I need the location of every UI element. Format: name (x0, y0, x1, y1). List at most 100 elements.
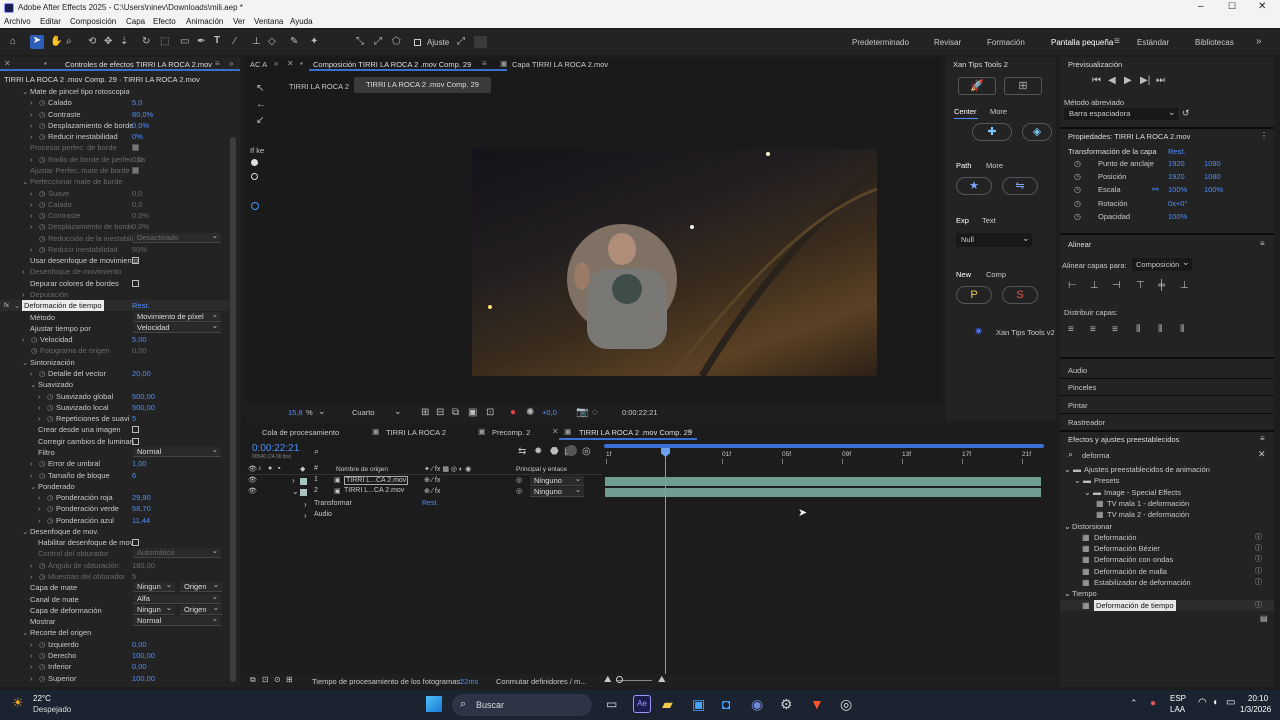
effect-row[interactable]: › ◷ Calado 5,0 (0, 97, 230, 108)
dist-5-icon[interactable]: ⦀ (1158, 325, 1162, 335)
next-frame-icon[interactable]: ▶| (1140, 76, 1150, 86)
effect-row[interactable]: ⌄ Ponderado (0, 481, 230, 492)
property-value-1[interactable]: 1920 (1168, 172, 1185, 181)
layer-switch-icons[interactable]: ⊕ ⁄ fx (424, 487, 440, 495)
effect-controls-tab[interactable]: Controles de efectos TIRRI LA ROCA 2.mov (65, 60, 212, 69)
taskbar-search[interactable]: ⌕ Buscar (452, 694, 592, 716)
preset-tree-item[interactable]: ⌄ Distorsionar (1060, 521, 1274, 532)
xan-exp-label[interactable]: Exp (956, 216, 969, 225)
chevron-down-icon[interactable]: ⌄ (30, 481, 38, 492)
show-snapshot-icon[interactable]: ◌ (592, 408, 598, 418)
stopwatch-icon[interactable]: ◷ (39, 233, 46, 244)
lock-toggle-icon[interactable]: ▪ (278, 465, 280, 472)
dist-3-icon[interactable]: ≡ (1112, 325, 1118, 335)
panel-pinceles[interactable]: Pinceles (1068, 383, 1096, 392)
comp-viewer-frame[interactable] (472, 149, 877, 376)
stopwatch-icon[interactable]: ◷ (1074, 185, 1081, 194)
effect-row[interactable]: › ◷ Tamaño de bloque 6 (0, 470, 230, 481)
stopwatch-icon[interactable]: ◷ (39, 368, 46, 379)
effect-row-value[interactable]: 0,00 (132, 639, 147, 650)
label-color-swatch[interactable] (300, 489, 307, 496)
menu-composicion[interactable]: Composición (70, 17, 116, 26)
chevron-down-icon[interactable]: ⌄ (30, 379, 38, 390)
task-view-icon[interactable]: ▭ (606, 697, 617, 711)
layer-duration-bar[interactable] (605, 477, 1041, 486)
effect-row[interactable]: ⌄ Sintonización (0, 357, 230, 368)
align-left-icon[interactable]: ⊢ (1068, 281, 1077, 291)
chevron-down-icon[interactable]: ⌄ (1084, 487, 1091, 498)
stopwatch-icon[interactable]: ◷ (39, 458, 46, 469)
effect-row[interactable]: › ◷ Suavizado global 500,00 (0, 391, 230, 402)
effect-row[interactable]: Mostrar Normal (0, 614, 230, 627)
chevron-down-icon[interactable]: ⌄ (14, 300, 22, 311)
chevron-right-icon[interactable]: › (38, 515, 46, 526)
3d-icon[interactable]: ⊡ (486, 408, 494, 418)
effect-dropdown[interactable]: Ningun (133, 580, 175, 593)
effect-row-value[interactable]: 5,00 (132, 334, 147, 345)
align-vcenter-icon[interactable]: ╪ (1158, 281, 1165, 291)
first-frame-icon[interactable]: ⏮ (1092, 76, 1101, 86)
property-row[interactable]: ◷ Posición 1920 1080 (1060, 172, 1274, 184)
chevron-right-icon[interactable]: › (30, 210, 38, 221)
comp-close-icon[interactable]: ✕ (287, 59, 294, 68)
axis2-icon[interactable]: ⤢ (374, 37, 382, 47)
effect-dropdown[interactable]: Automático (133, 546, 221, 559)
effect-info-icon[interactable]: ⓘ (1255, 566, 1262, 577)
preset-tree-item[interactable]: ▦ Deformación Bézier ⓘ (1060, 543, 1274, 554)
effect-row-value[interactable]: 5 (132, 571, 136, 582)
workspace-pantalla-pequena[interactable]: Pantalla pequeña (1051, 38, 1113, 47)
stopwatch-icon[interactable]: ◷ (47, 391, 54, 402)
effects-search-input[interactable]: deforma (1082, 451, 1110, 460)
home-icon[interactable]: ⌂ (10, 37, 16, 47)
dist-1-icon[interactable]: ≡ (1068, 325, 1074, 335)
effect-row[interactable]: › ◷ Suave 0,0 (0, 188, 230, 199)
chevron-down-icon[interactable]: ⌄ (292, 487, 299, 496)
xan-more2-label[interactable]: More (986, 161, 1003, 170)
chevron-right-icon[interactable]: › (30, 661, 38, 672)
effect-row[interactable]: › ◷ Repeticiones de suavi 5 (0, 413, 230, 424)
effect-row[interactable]: Control del obturador Automático (0, 546, 230, 559)
preset-tree-item[interactable]: ⌄ ▬ Image - Special Effects (1060, 487, 1274, 498)
effect-row[interactable]: Capa de deformaciónNingunOrigen (0, 603, 230, 616)
stopwatch-icon[interactable]: ◷ (39, 560, 46, 571)
effect-row[interactable]: Crear desde una imagen (0, 424, 230, 435)
effect-checkbox[interactable] (132, 257, 139, 265)
effect-row-value[interactable]: 50% (132, 244, 147, 255)
effect-row[interactable]: Ajustar tiempo por Velocidad (0, 321, 230, 334)
stopwatch-icon[interactable]: ◷ (39, 199, 46, 210)
pan-tool-icon[interactable]: ✥ (104, 37, 112, 47)
layer-property-row[interactable]: › Transformar Rest. (246, 500, 602, 511)
chevron-right-icon[interactable]: › (30, 131, 38, 142)
effect-row[interactable]: ⌄ Suavizado (0, 379, 230, 390)
effect-row[interactable]: › ◷ Velocidad 5,00 (0, 334, 230, 345)
comp-timecode[interactable]: 0:00:22:21 (622, 408, 657, 417)
effect-row-value[interactable]: 0,0 (132, 188, 142, 199)
guides-icon[interactable]: ▣ (468, 408, 477, 418)
radio-icon[interactable] (251, 173, 258, 180)
effect-row[interactable]: › ◷ Ponderación verde 58,70 (0, 503, 230, 514)
tab-layer[interactable]: Capa TIRRI LA ROCA 2.mov (512, 60, 608, 69)
resolution-dropdown-icon[interactable]: ⌄ (394, 406, 402, 417)
zoom-out-icon[interactable]: ⛰ (604, 674, 612, 685)
align-right-icon[interactable]: ⊣ (1112, 281, 1121, 291)
menu-animacion[interactable]: Animación (186, 17, 223, 26)
brush-tool-icon[interactable]: ⁄ (234, 37, 236, 47)
tab-menu-icon[interactable]: ≡ (482, 59, 487, 68)
xan-center2-button[interactable]: ◈ (1022, 123, 1052, 141)
workspace-bibliotecas[interactable]: Bibliotecas (1195, 38, 1234, 47)
shy-icon[interactable]: ⬣ (550, 447, 559, 457)
panel-expand-icon[interactable]: » (229, 59, 233, 68)
chevron-right-icon[interactable]: › (30, 221, 38, 232)
tab-close-icon[interactable]: ✕ (552, 427, 559, 436)
effect-info-icon[interactable]: ⓘ (1255, 554, 1262, 565)
effect-row[interactable]: › ◷ Desplazamiento de borde 0,0% (0, 120, 230, 131)
effect-dropdown[interactable]: Normal (133, 445, 221, 457)
chevron-right-icon[interactable]: › (304, 500, 307, 509)
effect-checkbox[interactable] (132, 166, 139, 174)
chevron-right-icon[interactable]: › (30, 639, 38, 650)
stopwatch-icon[interactable]: ◷ (39, 673, 46, 684)
property-value-2[interactable]: 100% (1204, 185, 1223, 194)
chevron-right-icon[interactable]: › (38, 413, 46, 424)
orbit-tool-icon[interactable]: ⟲ (88, 37, 96, 47)
layer-property-value[interactable]: Rest. (422, 500, 438, 507)
